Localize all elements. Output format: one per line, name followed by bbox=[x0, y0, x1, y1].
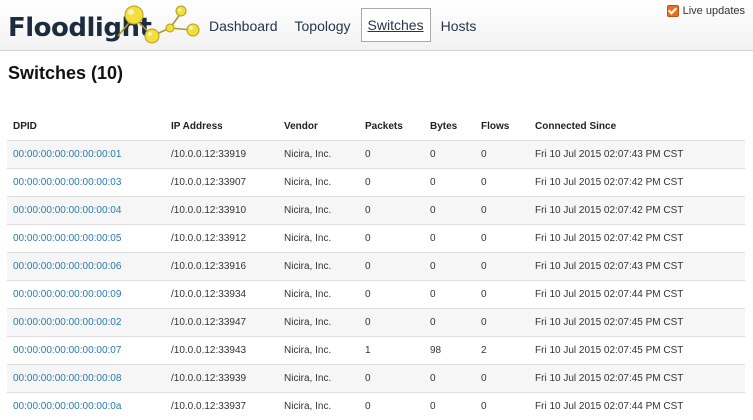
main-nav: Dashboard Topology Switches Hosts bbox=[202, 9, 486, 43]
flows-cell: 0 bbox=[475, 141, 529, 169]
flows-cell: 0 bbox=[475, 365, 529, 393]
nav-dashboard[interactable]: Dashboard bbox=[202, 9, 285, 41]
nav-hosts[interactable]: Hosts bbox=[434, 9, 484, 41]
packets-cell: 0 bbox=[359, 169, 424, 197]
flows-cell: 0 bbox=[475, 309, 529, 337]
vendor-cell: Nicira, Inc. bbox=[278, 225, 359, 253]
switches-table: DPID IP Address Vendor Packets Bytes Flo… bbox=[7, 112, 745, 420]
ip-address-cell: /10.0.0.12:33934 bbox=[165, 281, 278, 309]
top-navbar: Floodlight bbox=[0, 0, 753, 51]
col-ip-address[interactable]: IP Address bbox=[165, 112, 278, 141]
table-row[interactable]: 00:00:00:00:00:00:00:09 /10.0.0.12:33934… bbox=[7, 281, 745, 309]
ip-address-cell: /10.0.0.12:33947 bbox=[165, 309, 278, 337]
connected-since-cell: Fri 10 Jul 2015 02:07:44 PM CST bbox=[529, 281, 745, 309]
col-vendor[interactable]: Vendor bbox=[278, 112, 359, 141]
bytes-cell: 0 bbox=[424, 225, 475, 253]
bytes-cell: 98 bbox=[424, 337, 475, 365]
packets-cell: 0 bbox=[359, 141, 424, 169]
connected-since-cell: Fri 10 Jul 2015 02:07:42 PM CST bbox=[529, 197, 745, 225]
vendor-cell: Nicira, Inc. bbox=[278, 365, 359, 393]
connected-since-cell: Fri 10 Jul 2015 02:07:45 PM CST bbox=[529, 365, 745, 393]
dpid-link[interactable]: 00:00:00:00:00:00:00:02 bbox=[7, 309, 165, 337]
ip-address-cell: /10.0.0.12:33943 bbox=[165, 337, 278, 365]
live-updates-checkbox[interactable] bbox=[667, 5, 679, 17]
table-row[interactable]: 00:00:00:00:00:00:00:07 /10.0.0.12:33943… bbox=[7, 337, 745, 365]
ip-address-cell: /10.0.0.12:33916 bbox=[165, 253, 278, 281]
dpid-link[interactable]: 00:00:00:00:00:00:00:05 bbox=[7, 225, 165, 253]
ip-address-cell: /10.0.0.12:33939 bbox=[165, 365, 278, 393]
vendor-cell: Nicira, Inc. bbox=[278, 197, 359, 225]
dpid-link[interactable]: 00:00:00:00:00:00:00:09 bbox=[7, 281, 165, 309]
bytes-cell: 0 bbox=[424, 309, 475, 337]
brand-logo[interactable]: Floodlight bbox=[8, 0, 204, 50]
nav-switches[interactable]: Switches bbox=[361, 8, 431, 42]
molecule-logo-icon bbox=[114, 0, 204, 50]
col-connected-since[interactable]: Connected Since bbox=[529, 112, 745, 141]
bytes-cell: 0 bbox=[424, 365, 475, 393]
table-row[interactable]: 00:00:00:00:00:00:00:05 /10.0.0.12:33912… bbox=[7, 225, 745, 253]
bytes-cell: 0 bbox=[424, 197, 475, 225]
table-row[interactable]: 00:00:00:00:00:00:00:08 /10.0.0.12:33939… bbox=[7, 365, 745, 393]
flows-cell: 0 bbox=[475, 281, 529, 309]
flows-cell: 0 bbox=[475, 253, 529, 281]
ip-address-cell: /10.0.0.12:33912 bbox=[165, 225, 278, 253]
connected-since-cell: Fri 10 Jul 2015 02:07:45 PM CST bbox=[529, 309, 745, 337]
dpid-link[interactable]: 00:00:00:00:00:00:00:07 bbox=[7, 337, 165, 365]
ip-address-cell: /10.0.0.12:33907 bbox=[165, 169, 278, 197]
bytes-cell: 0 bbox=[424, 253, 475, 281]
flows-cell: 0 bbox=[475, 225, 529, 253]
flows-cell: 0 bbox=[475, 169, 529, 197]
packets-cell: 0 bbox=[359, 309, 424, 337]
connected-since-cell: Fri 10 Jul 2015 02:07:43 PM CST bbox=[529, 141, 745, 169]
bytes-cell: 0 bbox=[424, 141, 475, 169]
table-row[interactable]: 00:00:00:00:00:00:00:06 /10.0.0.12:33916… bbox=[7, 253, 745, 281]
live-updates-toggle[interactable]: Live updates bbox=[667, 5, 745, 17]
table-row[interactable]: 00:00:00:00:00:00:00:04 /10.0.0.12:33910… bbox=[7, 197, 745, 225]
vendor-cell: Nicira, Inc. bbox=[278, 309, 359, 337]
live-updates-label: Live updates bbox=[683, 5, 745, 17]
ip-address-cell: /10.0.0.12:33919 bbox=[165, 141, 278, 169]
connected-since-cell: Fri 10 Jul 2015 02:07:42 PM CST bbox=[529, 225, 745, 253]
vendor-cell: Nicira, Inc. bbox=[278, 141, 359, 169]
connected-since-cell: Fri 10 Jul 2015 02:07:43 PM CST bbox=[529, 253, 745, 281]
col-flows[interactable]: Flows bbox=[475, 112, 529, 141]
flows-cell: 0 bbox=[475, 197, 529, 225]
packets-cell: 1 bbox=[359, 337, 424, 365]
vendor-cell: Nicira, Inc. bbox=[278, 281, 359, 309]
vendor-cell: Nicira, Inc. bbox=[278, 337, 359, 365]
dpid-link[interactable]: 00:00:00:00:00:00:00:03 bbox=[7, 169, 165, 197]
dpid-link[interactable]: 00:00:00:00:00:00:00:08 bbox=[7, 365, 165, 393]
dpid-link[interactable]: 00:00:00:00:00:00:00:01 bbox=[7, 141, 165, 169]
table-row[interactable]: 00:00:00:00:00:00:00:02 /10.0.0.12:33947… bbox=[7, 309, 745, 337]
packets-cell: 0 bbox=[359, 197, 424, 225]
connected-since-cell: Fri 10 Jul 2015 02:07:45 PM CST bbox=[529, 337, 745, 365]
vendor-cell: Nicira, Inc. bbox=[278, 169, 359, 197]
dpid-link[interactable]: 00:00:00:00:00:00:00:04 bbox=[7, 197, 165, 225]
page-title: Switches (10) bbox=[8, 63, 123, 84]
packets-cell: 0 bbox=[359, 281, 424, 309]
col-packets[interactable]: Packets bbox=[359, 112, 424, 141]
table-row[interactable]: 00:00:00:00:00:00:00:03 /10.0.0.12:33907… bbox=[7, 169, 745, 197]
ip-address-cell: /10.0.0.12:33910 bbox=[165, 197, 278, 225]
dpid-link[interactable]: 00:00:00:00:00:00:00:06 bbox=[7, 253, 165, 281]
bytes-cell: 0 bbox=[424, 281, 475, 309]
packets-cell: 0 bbox=[359, 253, 424, 281]
bytes-cell: 0 bbox=[424, 169, 475, 197]
packets-cell: 0 bbox=[359, 225, 424, 253]
col-dpid[interactable]: DPID bbox=[7, 112, 165, 141]
flows-cell: 2 bbox=[475, 337, 529, 365]
col-bytes[interactable]: Bytes bbox=[424, 112, 475, 141]
table-row[interactable]: 00:00:00:00:00:00:00:01 /10.0.0.12:33919… bbox=[7, 141, 745, 169]
nav-topology[interactable]: Topology bbox=[288, 9, 358, 41]
packets-cell: 0 bbox=[359, 365, 424, 393]
table-header-row: DPID IP Address Vendor Packets Bytes Flo… bbox=[7, 112, 745, 141]
connected-since-cell: Fri 10 Jul 2015 02:07:42 PM CST bbox=[529, 169, 745, 197]
vendor-cell: Nicira, Inc. bbox=[278, 253, 359, 281]
